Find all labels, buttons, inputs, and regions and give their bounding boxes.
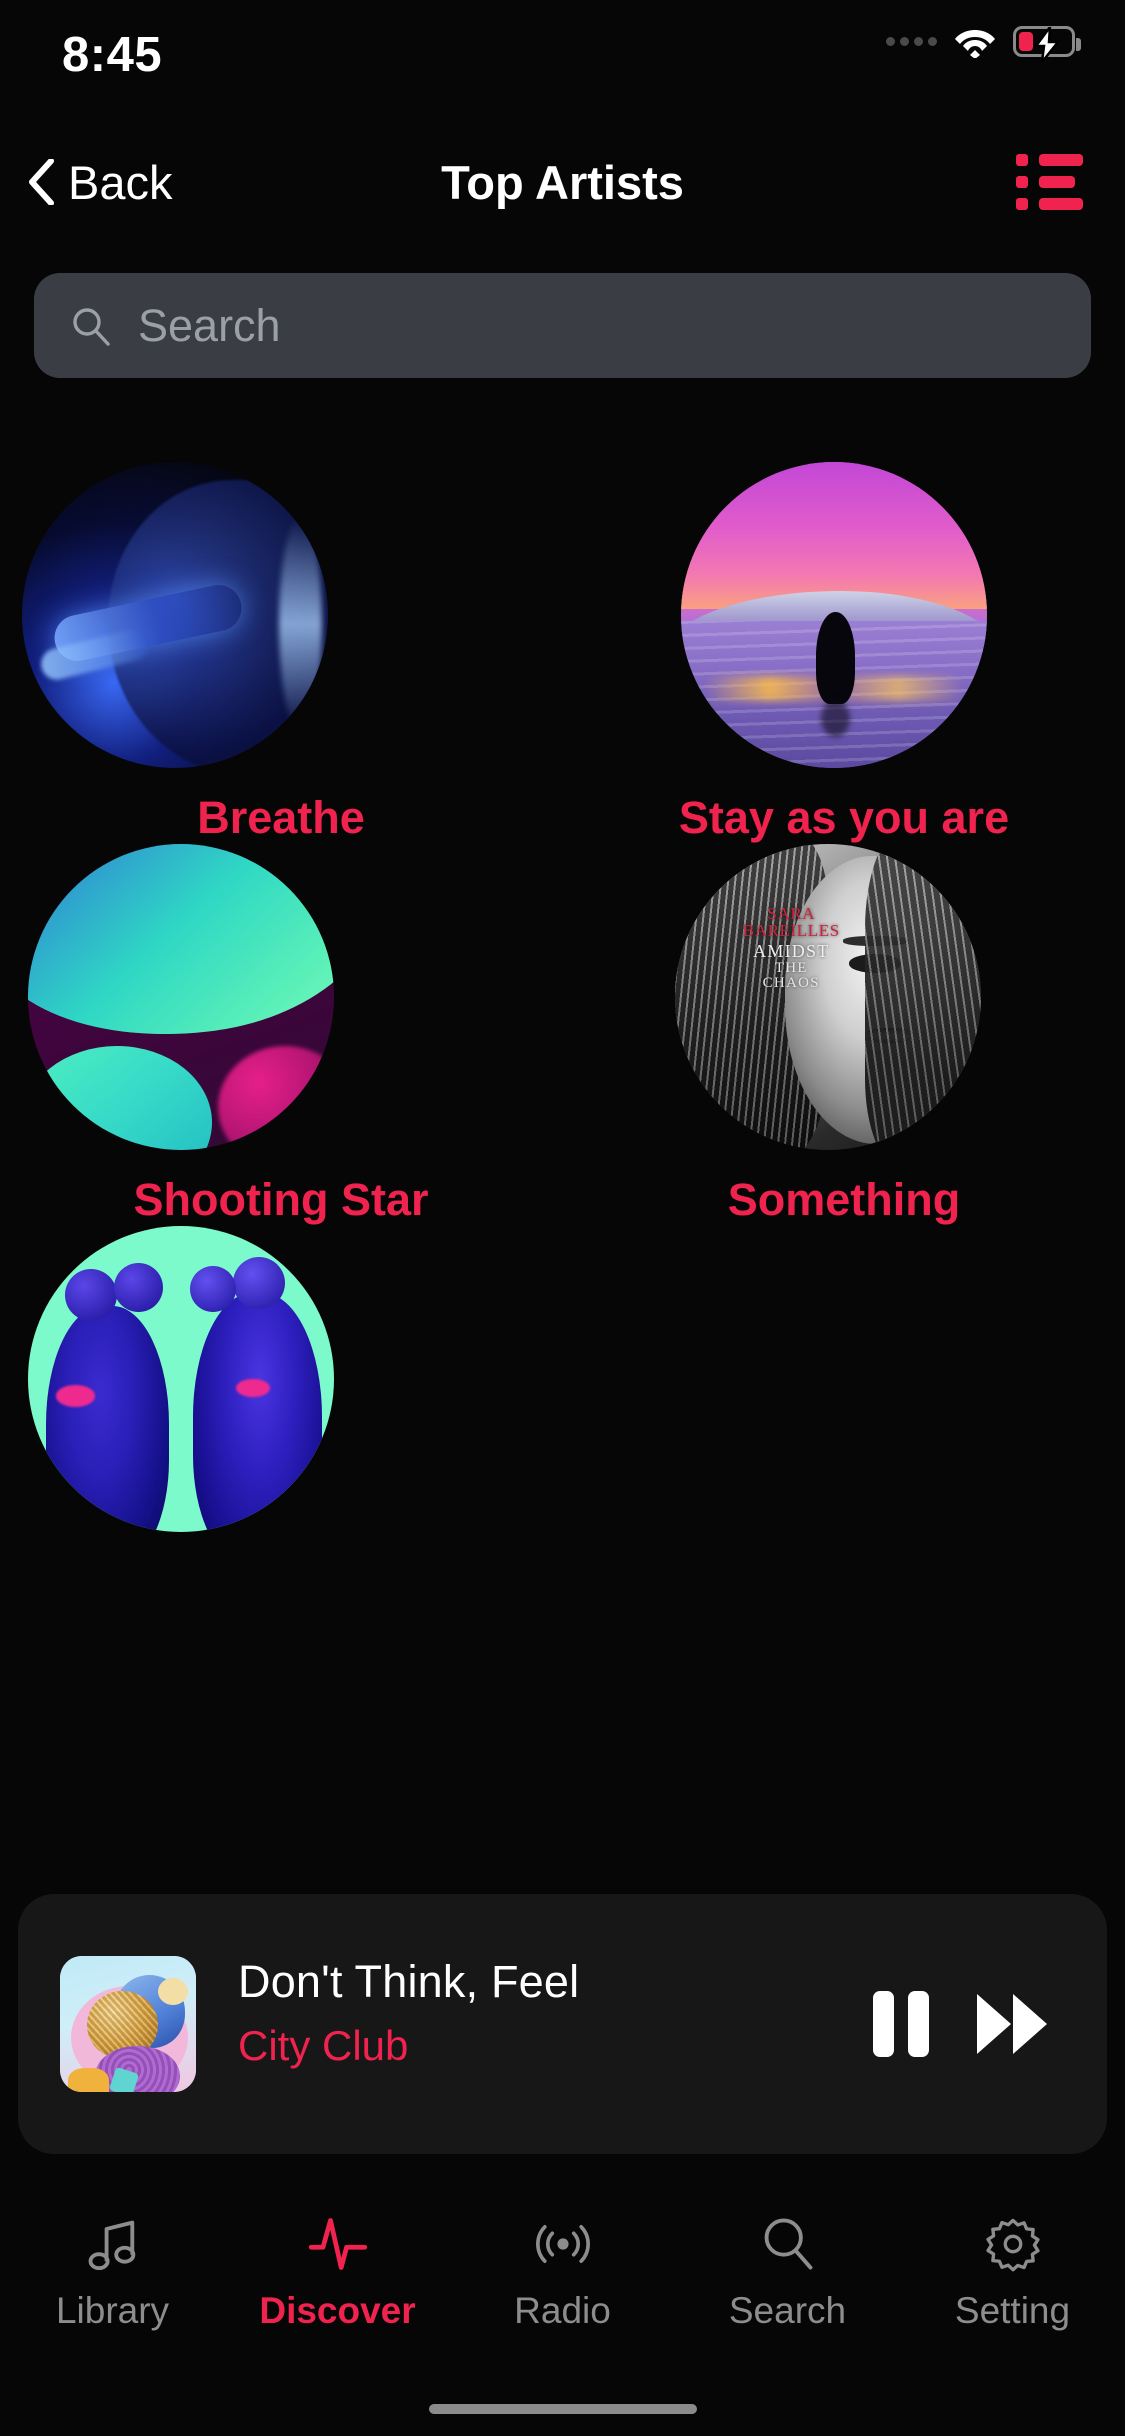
now-playing-artwork[interactable] — [60, 1956, 196, 2092]
album-art-line-5: CHAOS — [712, 976, 871, 991]
album-art-line-3: AMIDST — [712, 942, 871, 961]
list-view-icon — [1016, 154, 1083, 210]
album-art-line-2: BAREILLES — [712, 922, 871, 940]
fast-forward-button[interactable] — [973, 1991, 1049, 2057]
list-view-button[interactable] — [1016, 132, 1083, 232]
artist-artwork[interactable] — [681, 462, 987, 768]
search-input[interactable]: Search — [34, 273, 1091, 378]
home-indicator[interactable] — [429, 2404, 697, 2414]
artist-card[interactable]: Shooting Star — [0, 844, 562, 1226]
search-bar-container: Search — [34, 273, 1091, 378]
pause-button[interactable] — [873, 1991, 929, 2057]
tab-search[interactable]: Search — [675, 2214, 900, 2332]
tab-label: Setting — [955, 2290, 1070, 2332]
artist-card[interactable]: SARA BAREILLES AMIDST THE CHAOS Somethin… — [563, 844, 1125, 1226]
artist-label: Breathe — [0, 792, 562, 844]
status-bar: 8:45 — [0, 0, 1125, 132]
tab-bar: Library Discover Radio — [0, 2190, 1125, 2436]
album-art-line-4: THE — [712, 961, 871, 976]
search-placeholder: Search — [138, 300, 281, 352]
search-icon — [70, 305, 112, 347]
wifi-icon — [953, 24, 997, 58]
music-note-icon — [83, 2214, 143, 2274]
player-controls — [873, 1894, 1049, 2154]
now-playing-title: Don't Think, Feel — [238, 1956, 798, 2008]
status-bar-indicators — [886, 24, 1075, 58]
album-art-text: SARA BAREILLES AMIDST THE CHAOS — [712, 905, 871, 991]
tab-label: Search — [729, 2290, 846, 2332]
artist-artwork[interactable] — [28, 844, 334, 1150]
tab-discover[interactable]: Discover — [225, 2214, 450, 2332]
artist-card[interactable]: Breathe — [0, 462, 562, 844]
tab-label: Radio — [514, 2290, 611, 2332]
pause-icon — [873, 1991, 894, 2057]
now-playing-meta: Don't Think, Feel City Club — [238, 1956, 798, 2070]
status-bar-time: 8:45 — [62, 27, 162, 83]
tab-label: Library — [56, 2290, 169, 2332]
pulse-wave-icon — [308, 2214, 368, 2274]
artist-label: Shooting Star — [0, 1174, 562, 1226]
artist-card[interactable]: Stay as you are — [563, 462, 1125, 844]
search-icon — [758, 2214, 818, 2274]
app-screen: 8:45 Back Top Artists — [0, 0, 1125, 2436]
artist-label: Stay as you are — [563, 792, 1125, 844]
broadcast-icon — [533, 2214, 593, 2274]
artist-card[interactable] — [0, 1226, 562, 1556]
mini-player[interactable]: Don't Think, Feel City Club — [18, 1894, 1107, 2154]
tab-setting[interactable]: Setting — [900, 2214, 1125, 2332]
page-title: Top Artists — [0, 132, 1125, 232]
artist-grid: Breathe Stay as you are Shooting Star — [0, 462, 1125, 1762]
artist-label: Something — [563, 1174, 1125, 1226]
artist-artwork[interactable]: SARA BAREILLES AMIDST THE CHAOS — [675, 844, 981, 1150]
battery-charging-low-icon — [1013, 26, 1075, 57]
pause-icon-bar-2 — [908, 1991, 929, 2057]
now-playing-artist: City Club — [238, 2022, 798, 2070]
signal-dots-icon — [886, 37, 937, 46]
tab-label: Discover — [259, 2290, 415, 2332]
navigation-bar: Back Top Artists — [0, 132, 1125, 232]
tab-library[interactable]: Library — [0, 2214, 225, 2332]
gear-icon — [983, 2214, 1043, 2274]
artist-artwork[interactable] — [28, 1226, 334, 1532]
artist-artwork[interactable] — [22, 462, 328, 768]
tab-radio[interactable]: Radio — [450, 2214, 675, 2332]
